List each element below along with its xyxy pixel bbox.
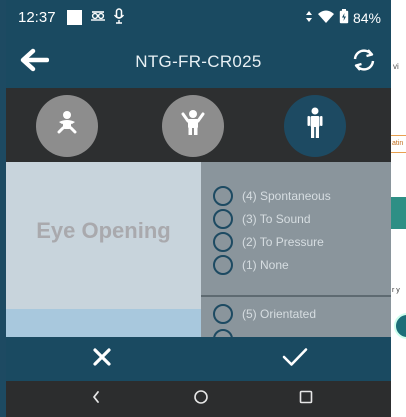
- background-text: vi: [393, 62, 399, 71]
- confirm-button[interactable]: [199, 337, 391, 381]
- chevron-left-icon: [91, 390, 101, 409]
- screen: vi atin r y 12:37 84% NTG-FR-CR025 Eye O…: [0, 0, 406, 417]
- radio-button[interactable]: [213, 209, 233, 229]
- eye-option-spontaneous[interactable]: (4) Spontaneous: [213, 185, 331, 207]
- eye-option-none[interactable]: (1) None: [213, 254, 289, 276]
- verbal-option-orientated[interactable]: (5) Orientated: [213, 303, 316, 325]
- eye-opening-label: Eye Opening: [36, 218, 171, 243]
- baby-icon: [55, 110, 79, 143]
- background-text-2: r y: [392, 287, 400, 294]
- battery-percent: 84%: [352, 10, 381, 26]
- radio-button[interactable]: [213, 255, 233, 275]
- radio-button[interactable]: [213, 186, 233, 206]
- page-title: NTG-FR-CR025: [135, 52, 262, 71]
- home-circle-icon: [193, 389, 209, 410]
- background-button: [391, 197, 406, 229]
- notification-mic-icon: [113, 8, 125, 27]
- checkmark-icon: [282, 347, 308, 372]
- child-icon: [180, 109, 206, 144]
- phone-overlay: 12:37 84% NTG-FR-CR025 Eye Opening (4) S…: [6, 0, 391, 417]
- age-adult-button[interactable]: [284, 95, 346, 157]
- refresh-button[interactable]: [347, 46, 381, 78]
- background-app: vi atin r y: [391, 0, 406, 417]
- system-nav-bar: [6, 381, 391, 417]
- recents-square-icon: [299, 390, 313, 409]
- status-bar: 12:37 84%: [6, 0, 391, 36]
- age-group-selector: [6, 88, 391, 162]
- background-banner-text: atin: [392, 140, 404, 147]
- section-divider: [201, 295, 391, 297]
- data-arrows-icon: [305, 10, 313, 26]
- adult-icon: [306, 107, 324, 146]
- battery-icon: [339, 9, 349, 27]
- nav-home-button[interactable]: [171, 381, 231, 417]
- nav-back-button[interactable]: [66, 381, 126, 417]
- eye-option-to-pressure[interactable]: (2) To Pressure: [213, 231, 324, 253]
- option-label: (1) None: [242, 258, 289, 272]
- refresh-icon: [350, 47, 378, 78]
- notification-square-icon: [67, 10, 82, 25]
- option-label: (5) Orientated: [242, 307, 317, 321]
- age-child-button[interactable]: [162, 95, 224, 157]
- option-label: (3) To Sound: [242, 212, 311, 226]
- status-time: 12:37: [18, 9, 56, 26]
- notification-glasses-icon: [90, 8, 106, 25]
- title-bar: NTG-FR-CR025: [6, 36, 391, 88]
- category-label-panel: Eye Opening: [6, 162, 201, 337]
- option-label: (4) Spontaneous: [242, 189, 331, 203]
- status-indicators: 84%: [305, 9, 381, 27]
- radio-button[interactable]: [213, 232, 233, 252]
- background-avatar: [394, 313, 406, 339]
- action-bar: [6, 337, 391, 381]
- eye-option-to-sound[interactable]: (3) To Sound: [213, 208, 311, 230]
- gcs-content: Eye Opening (4) Spontaneous (3) To Sound…: [6, 162, 391, 349]
- age-infant-button[interactable]: [36, 95, 98, 157]
- verbal-label-panel: [6, 309, 201, 337]
- close-icon: [93, 347, 111, 371]
- option-label: (2) To Pressure: [242, 235, 324, 249]
- radio-button[interactable]: [213, 304, 233, 324]
- cancel-button[interactable]: [6, 337, 198, 381]
- options-panel: (4) Spontaneous (3) To Sound (2) To Pres…: [201, 162, 391, 349]
- wifi-icon: [317, 10, 335, 27]
- nav-recents-button[interactable]: [276, 381, 336, 417]
